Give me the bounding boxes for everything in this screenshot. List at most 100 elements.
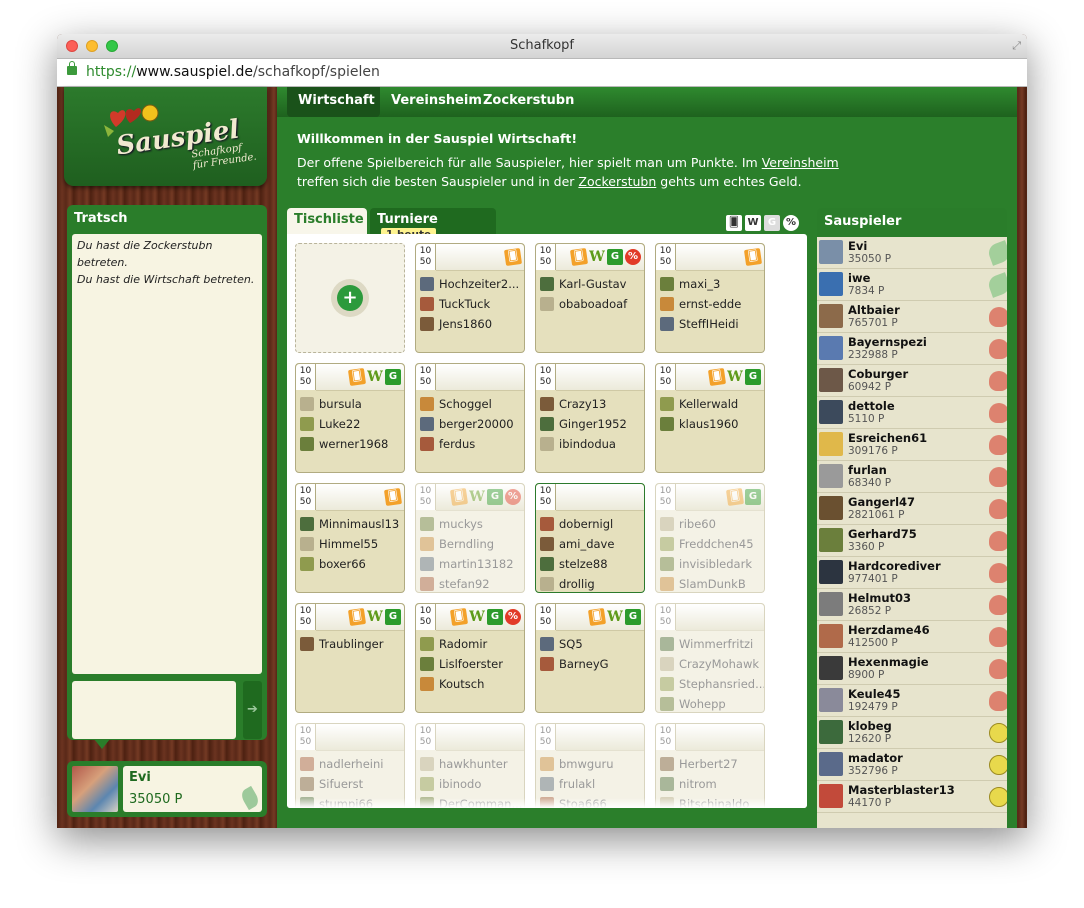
nav-wirtschaft[interactable]: Wirtschaft [298,93,375,108]
tab-turniere[interactable]: Turniere1 heute [370,208,496,242]
player-row[interactable]: klobeg 12620 P [817,717,1007,749]
table-player[interactable]: klaus1960 [660,414,764,434]
plus-icon[interactable]: + [337,285,363,311]
table-player[interactable]: berger20000 [420,414,524,434]
player-row[interactable]: Bayernspezi 232988 P [817,333,1007,365]
game-table[interactable]: 10 50 🂠 W Gbursula Luke22 werner1968 [295,363,405,473]
player-row[interactable]: furlan 68340 P [817,461,1007,493]
nav-zockerstubn[interactable]: Zockerstubn [483,93,574,108]
table-player[interactable]: boxer66 [300,554,404,574]
game-table[interactable]: 10 50 🂠 maxi_3 ernst-edde SteffIHeidi [655,243,765,353]
game-table[interactable]: 1050Herbert27nitromRitschinaldo [655,723,765,808]
table-player[interactable]: werner1968 [300,434,404,454]
player-row[interactable]: Hexenmagie 8900 P [817,653,1007,685]
table-player[interactable]: Ginger1952 [540,414,644,434]
game-table[interactable]: 10 50 🂠 W G% Karl-Gustav obaboadoaf [535,243,645,353]
table-player[interactable]: nitrom [660,774,764,794]
game-table[interactable]: 10 50 🂠 W G Traublinger [295,603,405,713]
table-player[interactable]: Freddchen45 [660,534,764,554]
player-row[interactable]: dettole 5110 P [817,397,1007,429]
table-player[interactable]: ferdus [420,434,524,454]
table-player[interactable]: Crazy13 [540,394,644,414]
game-table[interactable]: 1050hawkhunteribinodoDerComman... [415,723,525,808]
game-table[interactable]: 10 50 dobernigl ami_dave stelze88 drollig [535,483,645,593]
zockerstubn-link[interactable]: Zockerstubn [578,174,656,189]
table-player[interactable]: Kellerwald [660,394,764,414]
player-row[interactable]: madator 352796 P [817,749,1007,781]
table-player[interactable]: TuckTuck [420,294,524,314]
table-player[interactable]: SteffIHeidi [660,314,764,334]
table-player[interactable]: muckys [420,514,524,534]
nav-vereinsheim[interactable]: Vereinsheim [391,93,482,108]
player-row[interactable]: Altbaier 765701 P [817,301,1007,333]
new-table-slot[interactable]: + [295,243,405,353]
table-player[interactable]: maxi_3 [660,274,764,294]
table-player[interactable]: CrazyMohawk [660,654,764,674]
address-bar[interactable]: https://www.sauspiel.de/schafkopf/spiele… [57,59,1027,87]
table-player[interactable]: Karl-Gustav [540,274,644,294]
sauspiel-logo[interactable]: Sauspiel Schafkopf für Freunde. [64,87,267,186]
table-player[interactable]: bmwguru [540,754,644,774]
game-table[interactable]: 10 50 🂠 Gribe60 Freddchen45 invisibledark Slam… [655,483,765,593]
player-row[interactable]: Esreichen61 309176 P [817,429,1007,461]
table-player[interactable]: ibindodua [540,434,644,454]
player-row[interactable]: iwe 7834 P [817,269,1007,301]
table-player[interactable]: Sifuerst [300,774,404,794]
filter-g[interactable]: G [764,215,780,231]
tab-tischliste[interactable]: Tischliste [287,208,367,234]
table-player[interactable]: SQ5 [540,634,644,654]
game-table[interactable]: 10 50 🂠 W G% Radomir Lislfoerster Koutsch [415,603,525,713]
table-player[interactable]: frulakl [540,774,644,794]
game-table[interactable]: 10 50 🂠 W G SQ5 BarneyG [535,603,645,713]
filter-percent[interactable]: % [783,215,799,231]
table-player[interactable]: hawkhunter [420,754,524,774]
table-player[interactable]: ami_dave [540,534,644,554]
send-button[interactable]: ➔ [243,681,262,739]
player-row[interactable]: Masterblaster13 44170 P [817,781,1007,813]
table-player[interactable]: dobernigl [540,514,644,534]
table-player[interactable]: Wimmerfritzi [660,634,764,654]
url-text[interactable]: https://www.sauspiel.de/schafkopf/spiele… [86,64,380,80]
player-row[interactable]: Evi 35050 P [817,237,1007,269]
table-player[interactable]: Koutsch [420,674,524,694]
player-row[interactable]: Gangerl47 2821061 P [817,493,1007,525]
table-player[interactable]: martin13182 [420,554,524,574]
table-player[interactable]: Jens1860 [420,314,524,334]
table-player[interactable]: obaboadoaf [540,294,644,314]
table-player[interactable]: Luke22 [300,414,404,434]
vereinsheim-link[interactable]: Vereinsheim [762,155,839,170]
table-player[interactable]: Radomir [420,634,524,654]
table-player[interactable]: Stephansried... [660,674,764,694]
player-row[interactable]: Keule45 192479 P [817,685,1007,717]
filter-w[interactable]: W [745,215,761,231]
table-player[interactable]: Berndling [420,534,524,554]
game-table[interactable]: 10 50 🂠 W G Kellerwald klaus1960 [655,363,765,473]
table-player[interactable]: Traublinger [300,634,404,654]
player-row[interactable]: Hardcorediver 977401 P [817,557,1007,589]
table-player[interactable]: Herbert27 [660,754,764,774]
table-player[interactable]: drollig [540,574,644,594]
game-table[interactable]: 10 50 Schoggel berger20000 ferdus [415,363,525,473]
game-table[interactable]: 10 50 🂠 W G% muckys Berndling martin13182 stefan… [415,483,525,593]
game-table[interactable]: 10 50 Wimmerfritzi CrazyMohawk Stephansried.… [655,603,765,713]
table-player[interactable]: BarneyG [540,654,644,674]
player-row[interactable]: Herzdame46 412500 P [817,621,1007,653]
table-player[interactable]: ernst-edde [660,294,764,314]
player-row[interactable]: Helmut03 26852 P [817,589,1007,621]
table-player[interactable]: nadlerheini [300,754,404,774]
game-table[interactable]: 1050bmwgurufrulaklStoa666 [535,723,645,808]
table-player[interactable]: ibinodo [420,774,524,794]
player-row[interactable]: Gerhard75 3360 P [817,525,1007,557]
table-player[interactable]: Hochzeiter2... [420,274,524,294]
game-table[interactable]: 10 50 Crazy13 Ginger1952 ibindodua [535,363,645,473]
table-player[interactable]: stefan92 [420,574,524,594]
player-row[interactable]: Coburger 60942 P [817,365,1007,397]
table-player[interactable]: Lislfoerster [420,654,524,674]
table-player[interactable]: bursula [300,394,404,414]
table-player[interactable]: ribe60 [660,514,764,534]
table-player[interactable]: Minnimausl13 [300,514,404,534]
cards-filter-icon[interactable]: 🂠 [726,215,742,231]
table-player[interactable]: invisibledark [660,554,764,574]
chat-input[interactable] [72,681,236,739]
table-player[interactable]: Wohepp [660,694,764,714]
